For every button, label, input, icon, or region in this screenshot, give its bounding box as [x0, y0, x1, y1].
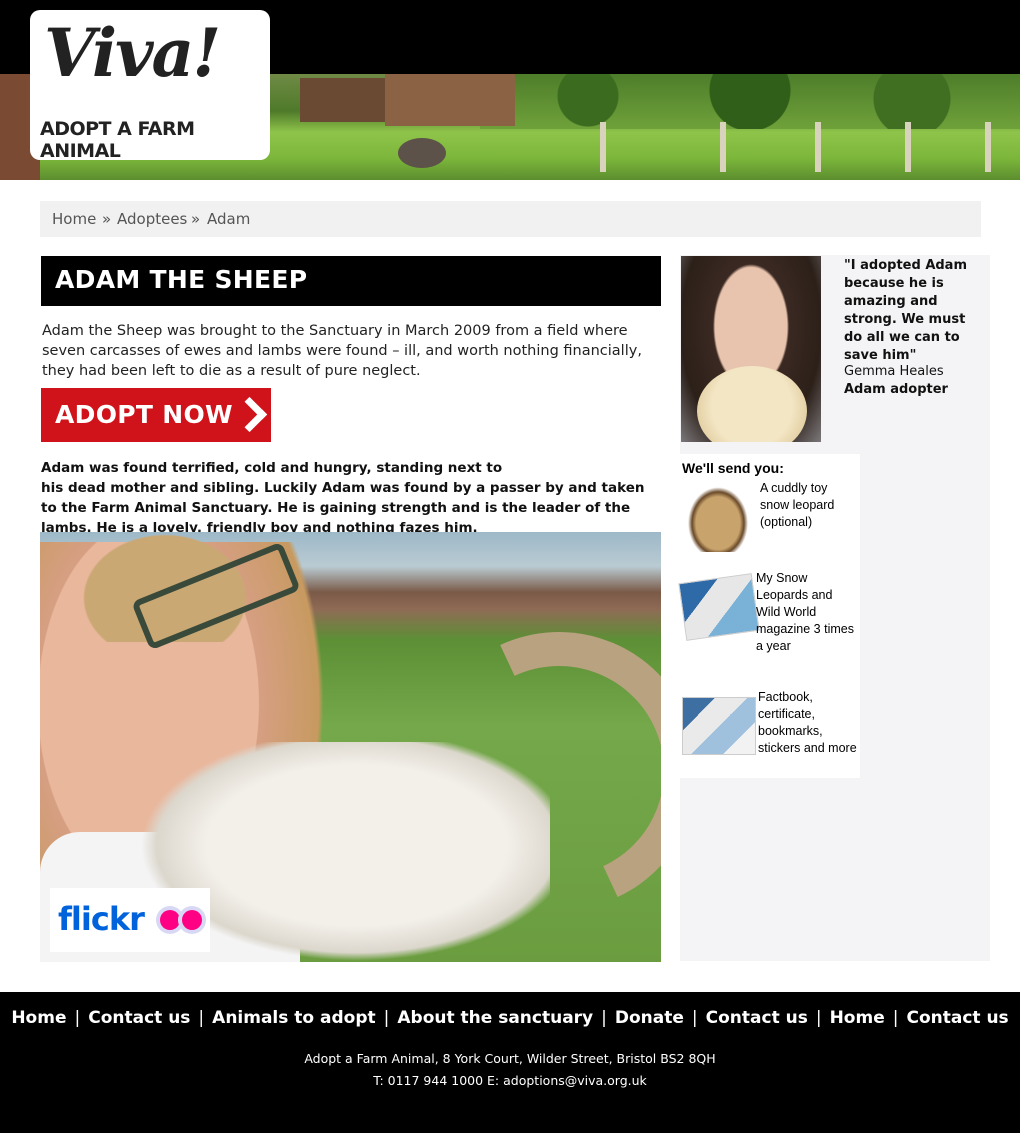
footer-link-home[interactable]: Home — [830, 1008, 885, 1028]
footer-nav: Home | Contact us | Animals to adopt | About t… — [11, 1008, 1009, 1028]
adopter-photo — [681, 256, 821, 442]
chevron-right-icon — [231, 396, 268, 433]
footer-link-animals[interactable]: Animals to adopt — [212, 1008, 375, 1028]
footer-link-about[interactable]: About the sanctuary — [397, 1008, 593, 1028]
footer-link-donate[interactable]: Donate — [615, 1008, 684, 1028]
pack-item-text: A cuddly toy snow leopard (optional) — [760, 481, 835, 529]
adoption-pack-heading: We'll send you: — [682, 460, 784, 476]
factbook-icon — [682, 697, 756, 755]
footer-link-contact[interactable]: Contact us — [88, 1008, 190, 1028]
page-title-bar: ADAM THE SHEEP — [41, 256, 661, 306]
flickr-logo-text: flickr — [58, 900, 145, 938]
footer-link-contact[interactable]: Contact us — [906, 1008, 1008, 1028]
breadcrumb-adoptees[interactable]: Adoptees — [117, 210, 187, 228]
flickr-badge[interactable]: flickr — [50, 888, 210, 952]
breadcrumb-separator: » — [102, 210, 112, 228]
adopter-name: Gemma Heales — [844, 364, 944, 379]
story-paragraph: Adam was found terrified, cold and hungr… — [41, 458, 663, 538]
intro-paragraph: Adam the Sheep was brought to the Sanctu… — [42, 323, 642, 379]
page-title: ADAM THE SHEEP — [55, 265, 308, 294]
adopter-role: Adam adopter — [844, 382, 948, 397]
pack-item-text: Factbook, certificate, bookmarks, sticke… — [758, 690, 857, 755]
pack-item-text: My Snow Leopards and Wild World magazine… — [756, 571, 854, 653]
footer-address: Adopt a Farm Animal, 8 York Court, Wilde… — [304, 1051, 716, 1066]
breadcrumb-separator: » — [191, 210, 201, 228]
footer-link-home[interactable]: Home — [11, 1008, 66, 1028]
adopter-quote: "I adopted Adam because he is amazing an… — [844, 258, 967, 363]
site-logo[interactable]: Viva! ADOPT A FARM ANIMAL — [30, 10, 270, 162]
adopt-now-button[interactable]: ADOPT NOW — [41, 388, 271, 442]
footer: Home | Contact us | Animals to adopt | About t… — [0, 992, 1020, 1133]
footer-contact: T: 0117 944 1000 E: adoptions@viva.org.u… — [373, 1073, 647, 1088]
adopter-credit: Gemma Heales Adam adopter — [844, 363, 948, 399]
magazine-icon — [678, 573, 760, 641]
breadcrumb: Home » Adoptees » Adam — [40, 201, 981, 237]
flickr-dot-icon — [182, 910, 202, 930]
toy-leopard-icon — [682, 480, 754, 552]
footer-address-block: Adopt a Farm Animal, 8 York Court, Wilde… — [0, 1048, 1020, 1092]
breadcrumb-current: Adam — [207, 210, 251, 228]
logo-wordmark: Viva! — [44, 14, 221, 92]
story-line-1: Adam was found terrified, cold and hungr… — [41, 460, 503, 476]
logo-tagline: ADOPT A FARM ANIMAL — [40, 118, 195, 162]
adam-photo: flickr — [40, 532, 661, 962]
breadcrumb-home[interactable]: Home — [52, 210, 96, 228]
adopt-now-label: ADOPT NOW — [55, 400, 233, 429]
flickr-dot-icon — [160, 910, 180, 930]
adoption-pack-panel: We'll send you: A cuddly toy snow leopar… — [678, 454, 860, 778]
footer-link-contact[interactable]: Contact us — [706, 1008, 808, 1028]
story-line-2: his dead mother and sibling. Luckily Ada… — [41, 480, 645, 536]
